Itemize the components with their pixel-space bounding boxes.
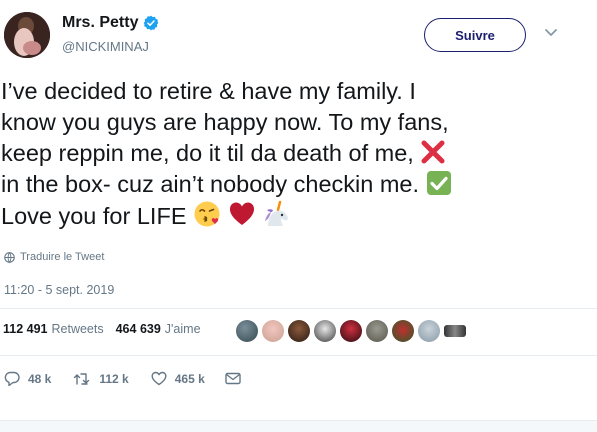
tweet-line: know you guys are happy now. To my fans, [1, 109, 449, 135]
liker-avatar[interactable] [340, 320, 362, 342]
retweet-action[interactable]: 112 k [73, 371, 129, 386]
translate-tweet-link[interactable]: Traduire le Tweet [4, 251, 104, 263]
liker-avatar[interactable] [314, 320, 336, 342]
retweet-count: 112 k [99, 371, 129, 386]
retweets-stat[interactable]: 112 491 Retweets [3, 322, 104, 336]
divider [0, 308, 597, 309]
footer-band [0, 420, 597, 432]
like-action[interactable]: 465 k [151, 371, 205, 386]
reply-icon [4, 371, 20, 386]
user-name-row[interactable]: Mrs. Petty [62, 14, 159, 32]
likes-count: 464 639 [115, 322, 161, 336]
tweet-line: Love you for LIFE [1, 200, 581, 232]
reply-count: 48 k [28, 371, 52, 386]
envelope-icon [225, 372, 241, 385]
liker-avatars [236, 320, 470, 342]
translate-label[interactable]: Traduire le Tweet [20, 251, 104, 263]
tweet-actions: 48 k 112 k 465 k [4, 371, 249, 386]
check-mark-icon [426, 171, 451, 195]
liker-avatar[interactable] [392, 320, 414, 342]
liker-avatar[interactable] [444, 325, 466, 337]
liker-avatar[interactable] [288, 320, 310, 342]
liker-avatar[interactable] [262, 320, 284, 342]
tweet-stats: 112 491 Retweets 464 639 J'aime [3, 322, 201, 336]
likes-label: J'aime [164, 322, 201, 336]
globe-icon [4, 251, 15, 263]
divider [0, 355, 597, 356]
retweets-label: Retweets [51, 322, 104, 336]
message-action[interactable] [225, 372, 249, 385]
heart-icon [229, 202, 254, 225]
retweets-count: 112 491 [3, 322, 48, 336]
chevron-down-icon[interactable] [544, 28, 558, 38]
tweet-text: I’ve decided to retire & have my family.… [1, 76, 581, 232]
like-count: 465 k [174, 371, 205, 386]
liker-avatar[interactable] [236, 320, 258, 342]
likes-stat[interactable]: 464 639 J'aime [116, 322, 201, 336]
liker-avatar[interactable] [366, 320, 388, 342]
user-name[interactable]: Mrs. Petty [62, 14, 138, 32]
liker-avatar[interactable] [418, 320, 440, 342]
unicorn-icon [265, 200, 289, 226]
tweet-line: keep reppin me, do it til da death of me… [1, 138, 581, 169]
tweet-line: I’ve decided to retire & have my family.… [1, 78, 416, 104]
cross-mark-icon [421, 140, 445, 164]
avatar[interactable] [4, 12, 50, 58]
tweet-line: in the box- cuz ain’t nobody checkin me. [1, 169, 581, 200]
retweet-icon [74, 372, 90, 385]
kissing-face-icon [194, 201, 220, 227]
reply-action[interactable]: 48 k [4, 371, 51, 386]
follow-button[interactable]: Suivre [424, 18, 526, 52]
tweet-timestamp[interactable]: 11:20 - 5 sept. 2019 [4, 283, 114, 297]
user-handle[interactable]: @NICKIMINAJ [62, 39, 149, 54]
verified-badge-icon [144, 15, 159, 31]
heart-outline-icon [151, 371, 167, 386]
